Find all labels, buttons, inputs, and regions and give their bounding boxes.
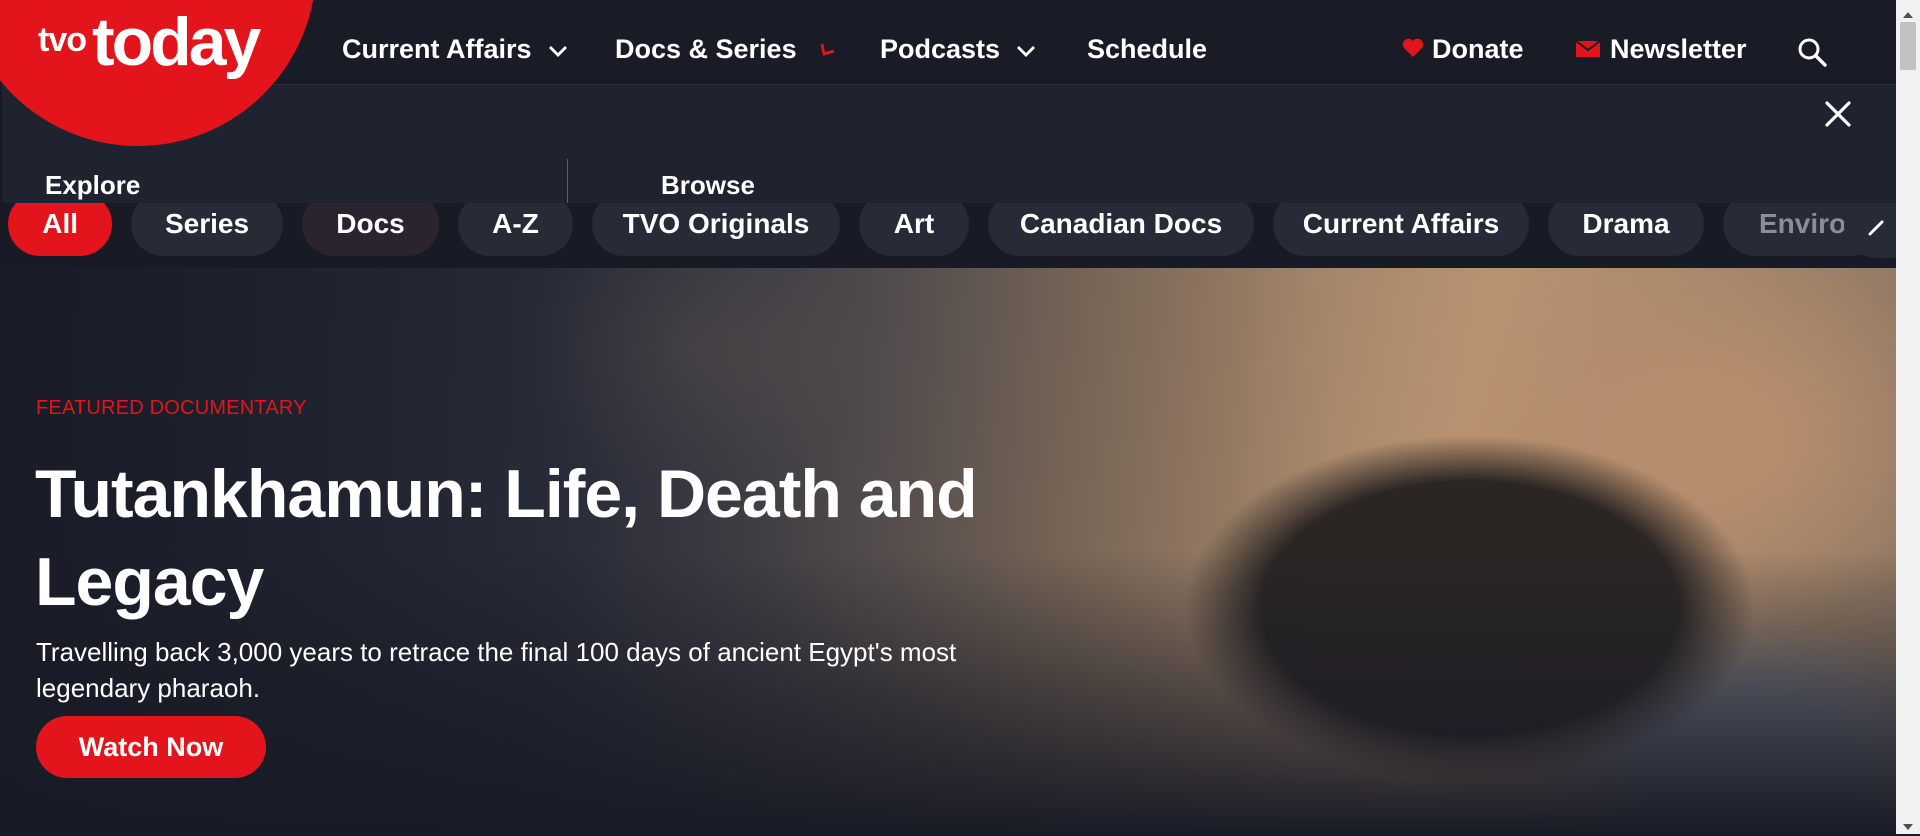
- nav-schedule[interactable]: Schedule: [1087, 34, 1207, 65]
- panel-divider: [567, 159, 568, 203]
- chip-docs[interactable]: Docs: [302, 200, 439, 256]
- hero-title: Tutankhamun: Life, Death and Legacy: [35, 456, 978, 620]
- search-icon[interactable]: [1796, 36, 1828, 73]
- chip-art[interactable]: Art: [859, 200, 969, 256]
- browse-label[interactable]: Browse: [661, 170, 755, 201]
- explore-label[interactable]: Explore: [45, 170, 140, 201]
- newsletter-label: Newsletter: [1610, 34, 1747, 64]
- newsletter-link[interactable]: Newsletter: [1575, 34, 1747, 65]
- nav-current-affairs-label: Current Affairs: [342, 34, 532, 64]
- chip-canadian-docs[interactable]: Canadian Docs: [988, 200, 1254, 256]
- chip-series[interactable]: Series: [131, 200, 283, 256]
- chip-current-affairs[interactable]: Current Affairs: [1273, 200, 1529, 256]
- nav-current-affairs[interactable]: Current Affairs: [342, 34, 568, 65]
- scrollbar-thumb[interactable]: [1900, 22, 1916, 70]
- watch-now-button[interactable]: Watch Now: [36, 716, 266, 778]
- page-scrollbar[interactable]: [1896, 0, 1920, 834]
- chip-drama[interactable]: Drama: [1548, 200, 1704, 256]
- category-chips: All Series Docs A-Z TVO Originals Art Ca…: [0, 200, 1896, 268]
- close-icon[interactable]: [1824, 100, 1852, 133]
- chevron-down-icon: [548, 34, 568, 65]
- nav-schedule-label: Schedule: [1087, 34, 1208, 64]
- nav-docs-series-label: Docs & Series: [615, 34, 797, 64]
- explore-browse-panel: [2, 84, 1896, 203]
- chevron-up-icon: [819, 34, 837, 65]
- logo-text-tvo: tvo: [38, 21, 87, 59]
- chip-a-z[interactable]: A-Z: [458, 200, 573, 256]
- heart-icon: [1402, 34, 1424, 65]
- chevron-down-icon: [1016, 34, 1036, 65]
- chip-tvo-originals[interactable]: TVO Originals: [592, 200, 840, 256]
- mail-icon: [1575, 34, 1601, 65]
- scroll-down-arrow-icon[interactable]: [1902, 818, 1914, 836]
- hero-description: Travelling back 3,000 years to retrace t…: [36, 637, 957, 703]
- nav-podcasts-label: Podcasts: [880, 34, 1001, 64]
- nav-docs-series[interactable]: Docs & Series: [615, 34, 837, 65]
- chip-all[interactable]: All: [8, 200, 112, 256]
- nav-podcasts[interactable]: Podcasts: [880, 34, 1036, 65]
- donate-label: Donate: [1432, 34, 1524, 64]
- logo-text-today: today: [92, 4, 261, 80]
- tvo-today-logo[interactable]: tvotoday: [38, 8, 261, 76]
- hero-eyebrow: FEATURED DOCUMENTARY: [36, 397, 307, 419]
- donate-link[interactable]: Donate: [1402, 34, 1524, 65]
